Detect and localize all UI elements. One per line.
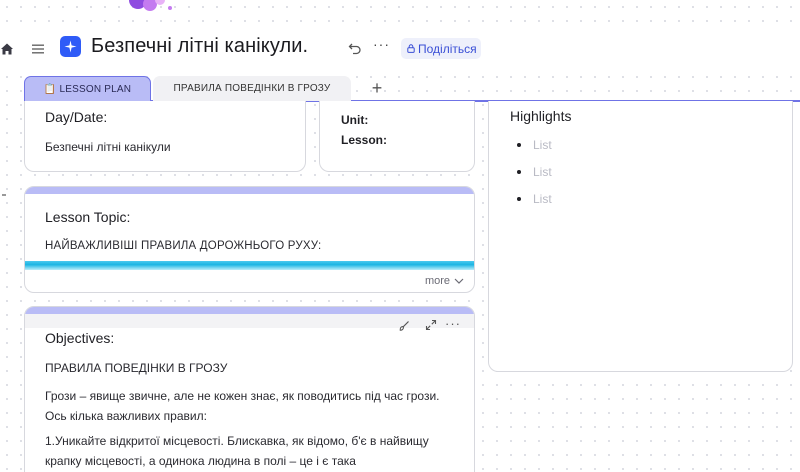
lesson-topic-value[interactable]: НАЙВАЖЛИВІШІ ПРАВИЛА ДОРОЖНЬОГО РУХУ: xyxy=(45,236,321,256)
highlights-label: Highlights xyxy=(510,108,572,124)
card-toolbar: ··· xyxy=(25,314,474,331)
card-header-bar xyxy=(25,307,474,314)
unit-lesson-card[interactable]: Unit: Lesson: xyxy=(319,101,475,172)
objectives-label: Objectives: xyxy=(45,330,115,346)
document-title[interactable]: Безпечні літні канікули. xyxy=(91,35,308,58)
menu-icon[interactable] xyxy=(31,42,45,56)
highlights-card[interactable]: Highlights List List List xyxy=(488,101,793,372)
day-date-card[interactable]: Day/Date: Безпечні літні канікули xyxy=(24,101,306,172)
list-item[interactable]: List xyxy=(517,137,552,164)
list-item[interactable]: List xyxy=(517,191,552,218)
chevron-down-icon xyxy=(454,278,464,284)
card-header-bar xyxy=(25,187,474,194)
objectives-paragraph[interactable]: Грози – явище звичне, але не кожен знає,… xyxy=(45,386,455,426)
lesson-label: Lesson: xyxy=(341,133,388,147)
highlights-list: List List List xyxy=(517,137,552,218)
expand-icon[interactable] xyxy=(425,319,437,331)
brush-icon[interactable] xyxy=(398,320,410,332)
objectives-paragraph[interactable]: 1.Уникайте відкритої місцевості. Блискав… xyxy=(45,431,455,471)
tab-lesson-plan[interactable]: 📋 LESSON PLAN xyxy=(24,76,151,101)
home-icon[interactable] xyxy=(0,42,14,56)
more-options-icon[interactable]: ··· xyxy=(373,36,390,52)
tab-thunderstorm-rules[interactable]: ПРАВИЛА ПОВЕДІНКИ В ГРОЗУ xyxy=(153,76,351,101)
undo-icon[interactable] xyxy=(348,41,362,55)
more-label: more xyxy=(424,275,450,287)
lesson-topic-card[interactable]: Lesson Topic: НАЙВАЖЛИВІШІ ПРАВИЛА ДОРОЖ… xyxy=(24,186,475,293)
day-date-value[interactable]: Безпечні літні канікули xyxy=(45,137,171,157)
list-item[interactable]: List xyxy=(517,164,552,191)
share-label: Поділіться xyxy=(418,41,477,56)
more-toggle[interactable]: more xyxy=(425,275,464,287)
more-options-icon[interactable]: ··· xyxy=(445,316,461,331)
objectives-heading[interactable]: ПРАВИЛА ПОВЕДІНКИ В ГРОЗУ xyxy=(45,358,227,378)
unit-label: Unit: xyxy=(341,113,369,127)
lesson-topic-label: Lesson Topic: xyxy=(45,209,131,225)
topic-image-strip xyxy=(25,261,474,270)
objectives-card[interactable]: ··· Objectives: ПРАВИЛА ПОВЕДІНКИ В ГРОЗ… xyxy=(24,306,475,472)
share-button[interactable]: Поділіться xyxy=(401,38,481,59)
day-date-label: Day/Date: xyxy=(45,109,108,125)
app-logo xyxy=(60,36,81,57)
logo-icon xyxy=(64,40,77,53)
top-bar: Безпечні літні канікули. ··· Поділіться xyxy=(0,30,800,68)
lock-icon xyxy=(407,44,415,53)
add-tab-button[interactable]: + xyxy=(369,78,385,98)
left-edge-marker xyxy=(2,194,6,196)
decoration-illustration xyxy=(129,0,172,11)
